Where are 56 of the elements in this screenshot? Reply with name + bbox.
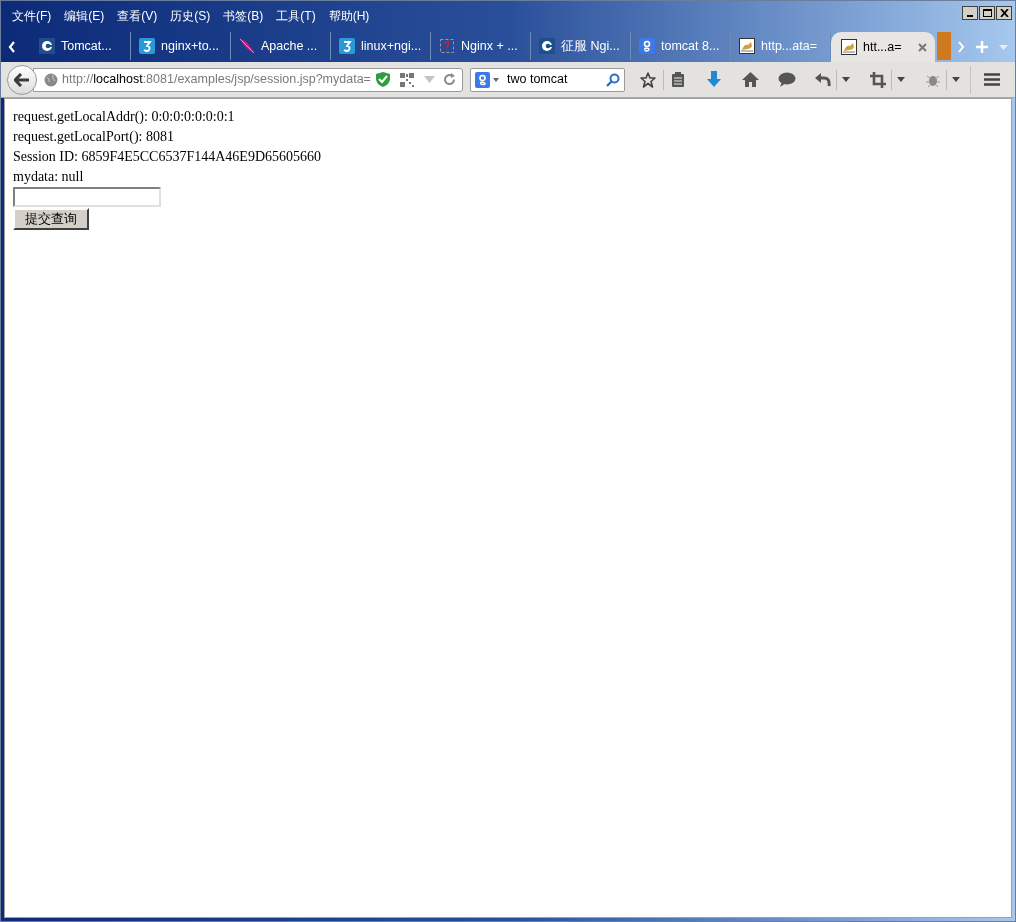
star-icon[interactable] <box>640 71 656 88</box>
chevron-left-icon[interactable] <box>8 41 16 53</box>
menu-item[interactable]: 文件(F) <box>7 4 57 27</box>
feather-icon <box>239 38 255 54</box>
url-text: http://localhost:8081/examples/jsp/session.jsp?mydata= <box>62 71 372 89</box>
home-icon[interactable] <box>742 72 759 87</box>
menu-item[interactable]: 帮助(H) <box>323 4 375 27</box>
submit-button[interactable]: 提交查询 <box>13 208 89 230</box>
tab[interactable]: htt...a= <box>831 32 935 62</box>
tab[interactable]: nginx+to... <box>131 32 231 60</box>
tab[interactable]: 征服 Ngi... <box>531 32 631 60</box>
caret-icon[interactable] <box>493 77 499 82</box>
menu-item[interactable]: 查看(V) <box>112 4 163 27</box>
tab[interactable]: Tomcat... <box>31 32 131 60</box>
e-logo-icon <box>539 38 555 54</box>
caret-icon[interactable] <box>952 77 960 82</box>
e-logo-icon <box>39 38 55 54</box>
google-logo-icon <box>475 71 490 88</box>
speech-bubble-icon[interactable] <box>778 72 796 87</box>
output-line: Session ID: 6859F4E5CC6537F144A46E9D65605660 <box>13 148 322 166</box>
broken-image-icon <box>439 38 455 54</box>
output-line: request.getLocalAddr(): 0:0:0:0:0:0:0:1 <box>13 108 235 126</box>
menu-icon[interactable] <box>984 73 1000 86</box>
close-tab-icon[interactable] <box>918 42 927 52</box>
reload-icon[interactable] <box>443 73 456 86</box>
g-logo-icon <box>639 38 655 54</box>
menu-item[interactable]: 工具(T) <box>271 4 321 27</box>
download-arrow-icon[interactable] <box>706 71 722 88</box>
back-button[interactable] <box>7 64 37 95</box>
menu-item[interactable]: 历史(S) <box>165 4 216 27</box>
caret-icon[interactable] <box>897 77 905 82</box>
address-field[interactable]: http://localhost:8081/examples/jsp/session.jsp?mydata= <box>33 67 463 92</box>
caret-icon[interactable] <box>842 77 850 82</box>
close-button[interactable] <box>996 6 1012 20</box>
tab[interactable]: Nginx + ... <box>431 32 531 60</box>
undo-arrow-icon[interactable] <box>815 72 831 87</box>
close-icon <box>999 9 1009 17</box>
search-text: two tomcat <box>507 71 569 89</box>
crop-icon[interactable] <box>870 71 886 88</box>
menu-item[interactable]: 编辑(E) <box>59 4 110 27</box>
clipboard-icon[interactable] <box>671 71 685 88</box>
menu-item[interactable]: 书签(B) <box>218 4 269 27</box>
tab[interactable]: linux+ngi... <box>331 32 431 60</box>
output-line: request.getLocalPort(): 8081 <box>13 128 174 146</box>
tab[interactable]: Apache ... <box>231 32 331 60</box>
output-line: mydata: null <box>13 168 84 186</box>
globe-icon <box>44 72 58 87</box>
back-arrow-icon <box>14 72 30 87</box>
minimize-button[interactable] <box>962 6 978 20</box>
tab[interactable]: tomcat 8... <box>631 32 731 60</box>
shield-icon <box>376 72 390 87</box>
search-icon[interactable] <box>606 72 620 87</box>
maximize-button[interactable] <box>979 6 995 20</box>
qr-code-icon[interactable] <box>400 72 414 87</box>
search-field[interactable]: two tomcat <box>470 67 625 92</box>
text-input-field[interactable] <box>13 187 161 207</box>
